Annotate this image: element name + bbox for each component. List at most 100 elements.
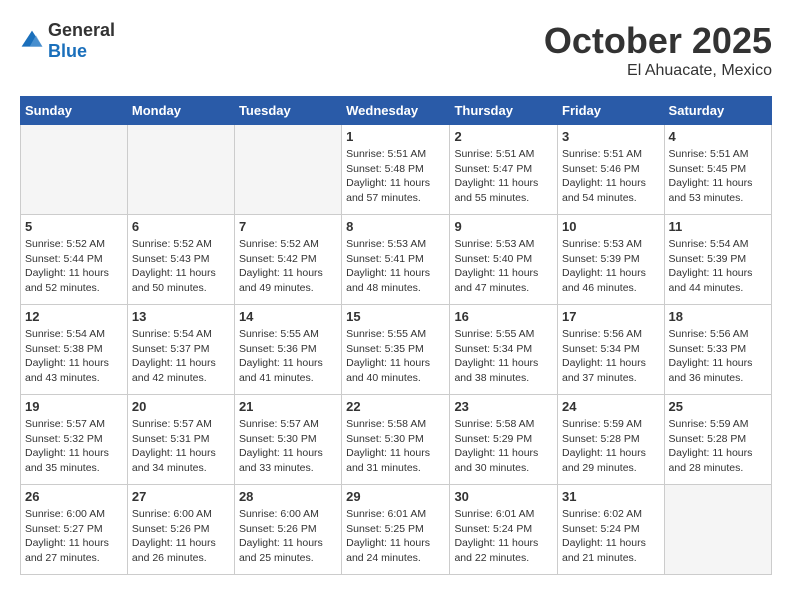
day-number: 25 bbox=[669, 399, 767, 414]
day-number: 31 bbox=[562, 489, 660, 504]
day-info: Sunrise: 6:01 AM Sunset: 5:24 PM Dayligh… bbox=[454, 507, 553, 566]
calendar-cell: 14 Sunrise: 5:55 AM Sunset: 5:36 PM Dayli… bbox=[234, 305, 341, 395]
day-number: 21 bbox=[239, 399, 337, 414]
weekday-header-sunday: Sunday bbox=[21, 97, 128, 125]
day-info: Sunrise: 5:52 AM Sunset: 5:43 PM Dayligh… bbox=[132, 237, 230, 296]
calendar-cell: 13Sunrise: 5:54 AM Sunset: 5:37 PM Dayli… bbox=[127, 305, 234, 395]
month-title: October 2025 bbox=[544, 20, 772, 62]
calendar-cell: 19Sunrise: 5:57 AM Sunset: 5:32 PM Dayli… bbox=[21, 395, 128, 485]
logo-general-text: General bbox=[48, 20, 115, 40]
calendar-cell: 30 Sunrise: 6:01 AM Sunset: 5:24 PM Dayli… bbox=[450, 485, 558, 575]
week-row-1: 1 Sunrise: 5:51 AM Sunset: 5:48 PM Daylig… bbox=[21, 125, 772, 215]
day-info: Sunrise: 5:54 AM Sunset: 5:37 PM Dayligh… bbox=[132, 327, 230, 386]
day-number: 5 bbox=[25, 219, 123, 234]
day-info: Sunrise: 5:51 AM Sunset: 5:45 PM Dayligh… bbox=[669, 147, 767, 206]
day-number: 4 bbox=[669, 129, 767, 144]
day-info: Sunrise: 5:58 AM Sunset: 5:30 PM Dayligh… bbox=[346, 417, 445, 476]
weekday-header-saturday: Saturday bbox=[664, 97, 771, 125]
day-info: Sunrise: 6:02 AM Sunset: 5:24 PM Dayligh… bbox=[562, 507, 660, 566]
day-number: 16 bbox=[454, 309, 553, 324]
day-number: 20 bbox=[132, 399, 230, 414]
calendar-cell: 2Sunrise: 5:51 AM Sunset: 5:47 PM Daylig… bbox=[450, 125, 558, 215]
weekday-header-friday: Friday bbox=[558, 97, 665, 125]
calendar-cell: 28 Sunrise: 6:00 AM Sunset: 5:26 PM Dayli… bbox=[234, 485, 341, 575]
day-number: 29 bbox=[346, 489, 445, 504]
day-info: Sunrise: 5:52 AM Sunset: 5:44 PM Dayligh… bbox=[25, 237, 123, 296]
title-section: October 2025 El Ahuacate, Mexico bbox=[544, 20, 772, 80]
week-row-3: 12 Sunrise: 5:54 AM Sunset: 5:38 PM Dayli… bbox=[21, 305, 772, 395]
day-info: Sunrise: 6:00 AM Sunset: 5:26 PM Dayligh… bbox=[239, 507, 337, 566]
day-info: Sunrise: 5:58 AM Sunset: 5:29 PM Dayligh… bbox=[454, 417, 553, 476]
day-number: 11 bbox=[669, 219, 767, 234]
day-number: 9 bbox=[454, 219, 553, 234]
weekday-header-tuesday: Tuesday bbox=[234, 97, 341, 125]
calendar-cell bbox=[234, 125, 341, 215]
day-number: 30 bbox=[454, 489, 553, 504]
calendar-cell: 7 Sunrise: 5:52 AM Sunset: 5:42 PM Daylig… bbox=[234, 215, 341, 305]
day-number: 1 bbox=[346, 129, 445, 144]
day-number: 18 bbox=[669, 309, 767, 324]
day-number: 12 bbox=[25, 309, 123, 324]
calendar-cell: 1 Sunrise: 5:51 AM Sunset: 5:48 PM Daylig… bbox=[342, 125, 450, 215]
calendar-cell: 23 Sunrise: 5:58 AM Sunset: 5:29 PM Dayli… bbox=[450, 395, 558, 485]
day-info: Sunrise: 5:55 AM Sunset: 5:36 PM Dayligh… bbox=[239, 327, 337, 386]
day-info: Sunrise: 5:56 AM Sunset: 5:33 PM Dayligh… bbox=[669, 327, 767, 386]
day-number: 17 bbox=[562, 309, 660, 324]
day-info: Sunrise: 5:51 AM Sunset: 5:48 PM Dayligh… bbox=[346, 147, 445, 206]
day-number: 14 bbox=[239, 309, 337, 324]
weekday-header-thursday: Thursday bbox=[450, 97, 558, 125]
day-info: Sunrise: 5:53 AM Sunset: 5:41 PM Dayligh… bbox=[346, 237, 445, 296]
day-info: Sunrise: 5:55 AM Sunset: 5:35 PM Dayligh… bbox=[346, 327, 445, 386]
calendar-cell: 16 Sunrise: 5:55 AM Sunset: 5:34 PM Dayli… bbox=[450, 305, 558, 395]
logo: General Blue bbox=[20, 20, 115, 62]
calendar-table: SundayMondayTuesdayWednesdayThursdayFrid… bbox=[20, 96, 772, 575]
day-info: Sunrise: 5:51 AM Sunset: 5:47 PM Dayligh… bbox=[454, 147, 553, 206]
day-info: Sunrise: 5:53 AM Sunset: 5:39 PM Dayligh… bbox=[562, 237, 660, 296]
calendar-cell: 25 Sunrise: 5:59 AM Sunset: 5:28 PM Dayli… bbox=[664, 395, 771, 485]
calendar-cell: 4 Sunrise: 5:51 AM Sunset: 5:45 PM Daylig… bbox=[664, 125, 771, 215]
weekday-header-monday: Monday bbox=[127, 97, 234, 125]
calendar-cell: 18 Sunrise: 5:56 AM Sunset: 5:33 PM Dayli… bbox=[664, 305, 771, 395]
day-info: Sunrise: 5:54 AM Sunset: 5:38 PM Dayligh… bbox=[25, 327, 123, 386]
day-info: Sunrise: 5:51 AM Sunset: 5:46 PM Dayligh… bbox=[562, 147, 660, 206]
day-number: 8 bbox=[346, 219, 445, 234]
day-number: 27 bbox=[132, 489, 230, 504]
calendar-cell: 26 Sunrise: 6:00 AM Sunset: 5:27 PM Dayli… bbox=[21, 485, 128, 575]
logo-blue-text: Blue bbox=[48, 41, 87, 61]
day-info: Sunrise: 5:57 AM Sunset: 5:31 PM Dayligh… bbox=[132, 417, 230, 476]
calendar-cell bbox=[21, 125, 128, 215]
week-row-5: 26 Sunrise: 6:00 AM Sunset: 5:27 PM Dayli… bbox=[21, 485, 772, 575]
week-row-2: 5 Sunrise: 5:52 AM Sunset: 5:44 PM Daylig… bbox=[21, 215, 772, 305]
day-number: 10 bbox=[562, 219, 660, 234]
day-number: 26 bbox=[25, 489, 123, 504]
page-header: General Blue October 2025 El Ahuacate, M… bbox=[20, 20, 772, 80]
calendar-cell: 8 Sunrise: 5:53 AM Sunset: 5:41 PM Daylig… bbox=[342, 215, 450, 305]
day-info: Sunrise: 5:55 AM Sunset: 5:34 PM Dayligh… bbox=[454, 327, 553, 386]
calendar-cell: 21Sunrise: 5:57 AM Sunset: 5:30 PM Dayli… bbox=[234, 395, 341, 485]
day-number: 24 bbox=[562, 399, 660, 414]
day-info: Sunrise: 5:56 AM Sunset: 5:34 PM Dayligh… bbox=[562, 327, 660, 386]
day-info: Sunrise: 6:00 AM Sunset: 5:26 PM Dayligh… bbox=[132, 507, 230, 566]
day-number: 3 bbox=[562, 129, 660, 144]
weekday-header-row: SundayMondayTuesdayWednesdayThursdayFrid… bbox=[21, 97, 772, 125]
day-number: 19 bbox=[25, 399, 123, 414]
day-number: 23 bbox=[454, 399, 553, 414]
calendar-cell bbox=[664, 485, 771, 575]
day-number: 15 bbox=[346, 309, 445, 324]
calendar-cell: 15 Sunrise: 5:55 AM Sunset: 5:35 PM Dayli… bbox=[342, 305, 450, 395]
day-info: Sunrise: 6:00 AM Sunset: 5:27 PM Dayligh… bbox=[25, 507, 123, 566]
location-text: El Ahuacate, Mexico bbox=[544, 62, 772, 80]
calendar-cell: 27 Sunrise: 6:00 AM Sunset: 5:26 PM Dayli… bbox=[127, 485, 234, 575]
calendar-cell: 20 Sunrise: 5:57 AM Sunset: 5:31 PM Dayli… bbox=[127, 395, 234, 485]
day-number: 7 bbox=[239, 219, 337, 234]
week-row-4: 19Sunrise: 5:57 AM Sunset: 5:32 PM Dayli… bbox=[21, 395, 772, 485]
calendar-cell: 5 Sunrise: 5:52 AM Sunset: 5:44 PM Daylig… bbox=[21, 215, 128, 305]
calendar-cell: 12 Sunrise: 5:54 AM Sunset: 5:38 PM Dayli… bbox=[21, 305, 128, 395]
day-number: 28 bbox=[239, 489, 337, 504]
day-info: Sunrise: 5:52 AM Sunset: 5:42 PM Dayligh… bbox=[239, 237, 337, 296]
day-info: Sunrise: 5:54 AM Sunset: 5:39 PM Dayligh… bbox=[669, 237, 767, 296]
day-info: Sunrise: 5:59 AM Sunset: 5:28 PM Dayligh… bbox=[669, 417, 767, 476]
calendar-cell: 24 Sunrise: 5:59 AM Sunset: 5:28 PM Dayli… bbox=[558, 395, 665, 485]
weekday-header-wednesday: Wednesday bbox=[342, 97, 450, 125]
day-info: Sunrise: 5:59 AM Sunset: 5:28 PM Dayligh… bbox=[562, 417, 660, 476]
